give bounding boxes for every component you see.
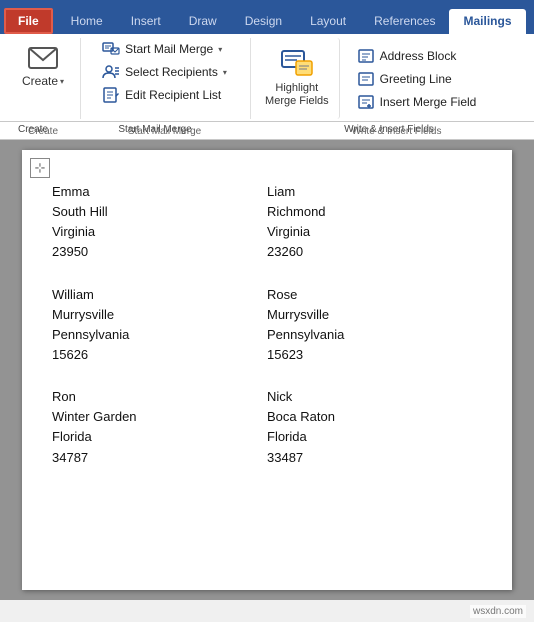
list-item: William Murrysville Pennsylvania 15626 [52,285,267,366]
address-block-button[interactable]: Address Block [352,45,482,67]
tab-references[interactable]: References [360,9,449,34]
ribbon-content: Create ▾ Create Start Mail Merge [0,34,534,122]
address-state: Virginia [267,222,482,242]
tab-design[interactable]: Design [231,9,296,34]
greeting-line-button[interactable]: Greeting Line [352,68,482,90]
select-recipients-label: Select Recipients [125,65,218,79]
select-recipients-icon [102,64,120,80]
address-columns: Emma South Hill Virginia 23950 William M… [52,182,482,490]
insert-merge-field-button[interactable]: Insert Merge Field [352,91,482,113]
address-zip: 23950 [52,242,267,262]
address-name: Emma [52,182,267,202]
address-state: Pennsylvania [267,325,482,345]
ribbon-group-write-insert: Address Block Greeting Line [344,38,490,119]
edit-recipient-list-button[interactable]: Edit Recipient List [97,84,232,106]
write-insert-fields-label: Write & Insert Fields [352,126,442,137]
highlight-icon [277,42,317,82]
list-item: Emma South Hill Virginia 23950 [52,182,267,263]
mailmerge-items: Start Mail Merge ▾ Select Recipients ▾ [97,38,232,106]
address-city: Winter Garden [52,407,267,427]
address-block-label: Address Block [380,49,457,63]
edit-recipients-icon [102,87,120,103]
start-mail-merge-label: Start Mail Merge [125,42,213,56]
address-state: Florida [267,427,482,447]
tab-bar: File Home Insert Draw Design Layout Refe… [0,0,534,34]
tab-draw[interactable]: Draw [175,9,231,34]
tab-insert[interactable]: Insert [117,9,175,34]
address-city: Boca Raton [267,407,482,427]
ribbon-labels-row: Create Start Mail Merge Write & Insert F… [0,122,534,140]
start-merge-arrow: ▾ [218,45,222,54]
recipients-arrow: ▾ [223,68,227,77]
greeting-line-icon [357,71,375,87]
address-zip: 33487 [267,448,482,468]
address-city: Murrysville [52,305,267,325]
start-mail-merge-button[interactable]: Start Mail Merge ▾ [97,38,232,60]
address-name: Nick [267,387,482,407]
watermark: wsxdn.com [470,605,526,618]
tab-mailings[interactable]: Mailings [449,9,525,34]
move-handle[interactable]: ⊹ [30,158,50,178]
document-area: ⊹ Emma South Hill Virginia 23950 William… [0,140,534,600]
insert-merge-field-icon [357,94,375,110]
tab-home[interactable]: Home [57,9,117,34]
create-label: Create ▾ [22,74,64,88]
greeting-line-label: Greeting Line [380,72,452,86]
address-name: Ron [52,387,267,407]
create-dropdown-arrow: ▾ [60,77,64,86]
create-button[interactable]: Create ▾ [14,38,72,92]
tab-layout[interactable]: Layout [296,9,360,34]
ribbon-group-create: Create ▾ Create [6,38,81,119]
address-zip: 23260 [267,242,482,262]
address-block-icon [357,48,375,64]
list-item: Nick Boca Raton Florida 33487 [267,387,482,468]
address-city: Murrysville [267,305,482,325]
address-city: South Hill [52,202,267,222]
ribbon-group-mailmerge-label: Start Mail Merge [128,126,201,137]
address-zip: 15626 [52,345,267,365]
list-item: Rose Murrysville Pennsylvania 15623 [267,285,482,366]
address-column-left: Emma South Hill Virginia 23950 William M… [52,182,267,490]
address-state: Virginia [52,222,267,242]
envelope-icon [27,42,59,74]
list-item: Liam Richmond Virginia 23260 [267,182,482,263]
address-zip: 34787 [52,448,267,468]
document-page: ⊹ Emma South Hill Virginia 23950 William… [22,150,512,590]
highlight-merge-fields-button[interactable]: HighlightMerge Fields [255,38,340,119]
address-column-right: Liam Richmond Virginia 23260 Rose Murrys… [267,182,482,490]
address-name: Liam [267,182,482,202]
edit-recipient-list-label: Edit Recipient List [125,88,221,102]
address-name: William [52,285,267,305]
address-city: Richmond [267,202,482,222]
list-item: Ron Winter Garden Florida 34787 [52,387,267,468]
mail-merge-icon [102,41,120,57]
insert-merge-field-label: Insert Merge Field [380,95,477,109]
tab-file[interactable]: File [4,8,53,34]
ribbon-group-mailmerge: Start Mail Merge ▾ Select Recipients ▾ [81,38,251,119]
address-state: Pennsylvania [52,325,267,345]
address-zip: 15623 [267,345,482,365]
highlight-label: HighlightMerge Fields [265,82,329,108]
select-recipients-button[interactable]: Select Recipients ▾ [97,61,232,83]
ribbon-group-create-label: Create [28,126,58,137]
address-state: Florida [52,427,267,447]
address-name: Rose [267,285,482,305]
